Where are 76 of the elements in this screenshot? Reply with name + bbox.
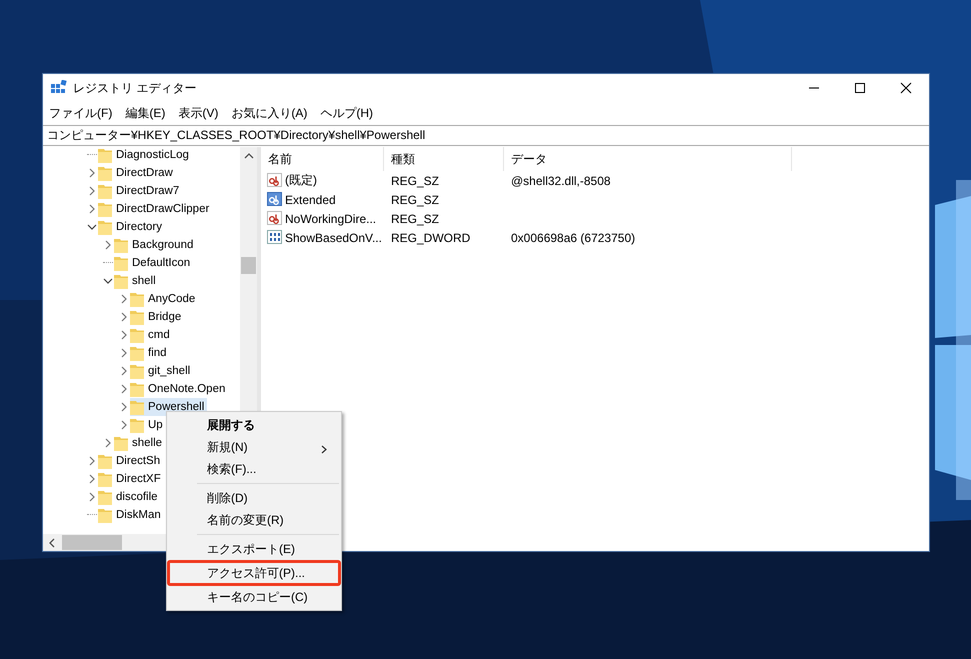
tree-item[interactable]: shelle <box>114 434 166 452</box>
value-name: (既定) <box>285 172 317 189</box>
folder-icon <box>98 183 112 199</box>
folder-icon <box>130 363 144 379</box>
folder-icon <box>130 291 144 307</box>
folder-icon <box>130 345 144 361</box>
folder-icon <box>98 165 112 181</box>
scrollbar-thumb[interactable] <box>241 257 256 274</box>
value-type: REG_SZ <box>390 174 440 188</box>
folder-icon <box>114 237 128 253</box>
value-name: ShowBasedOnV... <box>285 230 382 244</box>
tree-item[interactable]: DiagnosticLog <box>98 147 192 164</box>
tree-item[interactable]: DirectXF <box>98 470 164 488</box>
maximize-icon <box>854 82 866 94</box>
tree-item[interactable]: Directory <box>98 218 166 236</box>
folder-icon <box>114 435 128 451</box>
column-header[interactable]: データ <box>504 147 792 171</box>
menu-item[interactable]: 新規(N) <box>170 436 338 458</box>
tree-item[interactable]: DefaultIcon <box>114 254 194 272</box>
folder-icon <box>98 201 112 217</box>
scrollbar-thumb[interactable] <box>62 535 122 550</box>
folder-icon <box>114 273 128 289</box>
folder-icon <box>114 255 128 271</box>
folder-icon <box>98 507 112 523</box>
menu-item[interactable]: 表示(V) <box>178 104 218 122</box>
folder-icon <box>98 453 112 469</box>
menu-item[interactable]: 削除(D) <box>170 487 338 509</box>
menu-item[interactable]: 編集(E) <box>125 104 166 122</box>
column-header[interactable]: 名前 <box>261 147 384 171</box>
scroll-up-icon[interactable] <box>244 152 254 160</box>
tree-item[interactable]: cmd <box>130 326 173 344</box>
folder-icon <box>98 219 112 235</box>
menu-item[interactable]: ファイル(F) <box>49 104 112 122</box>
tree-item[interactable]: DirectDraw7 <box>98 182 182 200</box>
tree-item[interactable]: shell <box>114 272 159 290</box>
value-data: @shell32.dll,-8508 <box>510 174 612 188</box>
scroll-left-icon[interactable] <box>48 538 56 548</box>
tree-item[interactable]: DirectDraw <box>98 164 176 182</box>
tree-item[interactable]: Bridge <box>130 308 184 326</box>
tree-item[interactable]: OneNote.Open <box>130 380 228 398</box>
value-type: REG_SZ <box>390 212 440 226</box>
tree-item[interactable]: git_shell <box>130 362 194 380</box>
tree-item[interactable]: Background <box>114 236 196 254</box>
menu-item[interactable]: お気に入り(A) <box>231 104 308 122</box>
tree-item[interactable]: find <box>130 344 170 362</box>
close-icon <box>900 82 912 94</box>
menu-item[interactable]: 名前の変更(R) <box>170 509 338 531</box>
menu-item[interactable]: 展開する <box>170 414 338 436</box>
tree-item[interactable]: DiskMan <box>98 506 164 524</box>
value-data: 0x006698a6 (6723750) <box>510 230 636 244</box>
tree-item[interactable]: Up <box>130 416 166 434</box>
folder-icon <box>98 147 112 163</box>
value-name: Extended <box>285 192 336 206</box>
folder-icon <box>130 399 144 415</box>
value-type: REG_SZ <box>390 192 440 206</box>
menu-item[interactable]: ヘルプ(H) <box>320 104 373 122</box>
folder-icon <box>130 381 144 397</box>
window-title: レジストリ エディター <box>73 80 196 96</box>
menu-item[interactable]: エクスポート(E) <box>170 538 338 560</box>
menu-item[interactable]: キー名のコピー(C) <box>170 586 338 608</box>
folder-icon <box>130 417 144 433</box>
address-bar[interactable]: コンピューター¥HKEY_CLASSES_ROOT¥Directory¥shell¥Powershell <box>43 125 929 146</box>
folder-icon <box>130 309 144 325</box>
folder-icon <box>98 471 112 487</box>
folder-icon <box>130 327 144 343</box>
tree-item[interactable]: discofile <box>98 488 161 506</box>
value-name: NoWorkingDire... <box>285 212 376 226</box>
menu-item[interactable]: 検索(F)... <box>170 458 338 480</box>
folder-icon <box>98 489 112 505</box>
value-type: REG_DWORD <box>390 230 472 244</box>
tree-item[interactable]: DirectSh <box>98 452 164 470</box>
column-header[interactable]: 種類 <box>384 147 504 171</box>
tree-item[interactable]: DirectDrawClipper <box>98 200 212 218</box>
tree-item[interactable]: AnyCode <box>130 290 198 308</box>
registry-icon <box>51 80 67 96</box>
menu-item[interactable]: アクセス許可(P)... <box>167 560 341 586</box>
